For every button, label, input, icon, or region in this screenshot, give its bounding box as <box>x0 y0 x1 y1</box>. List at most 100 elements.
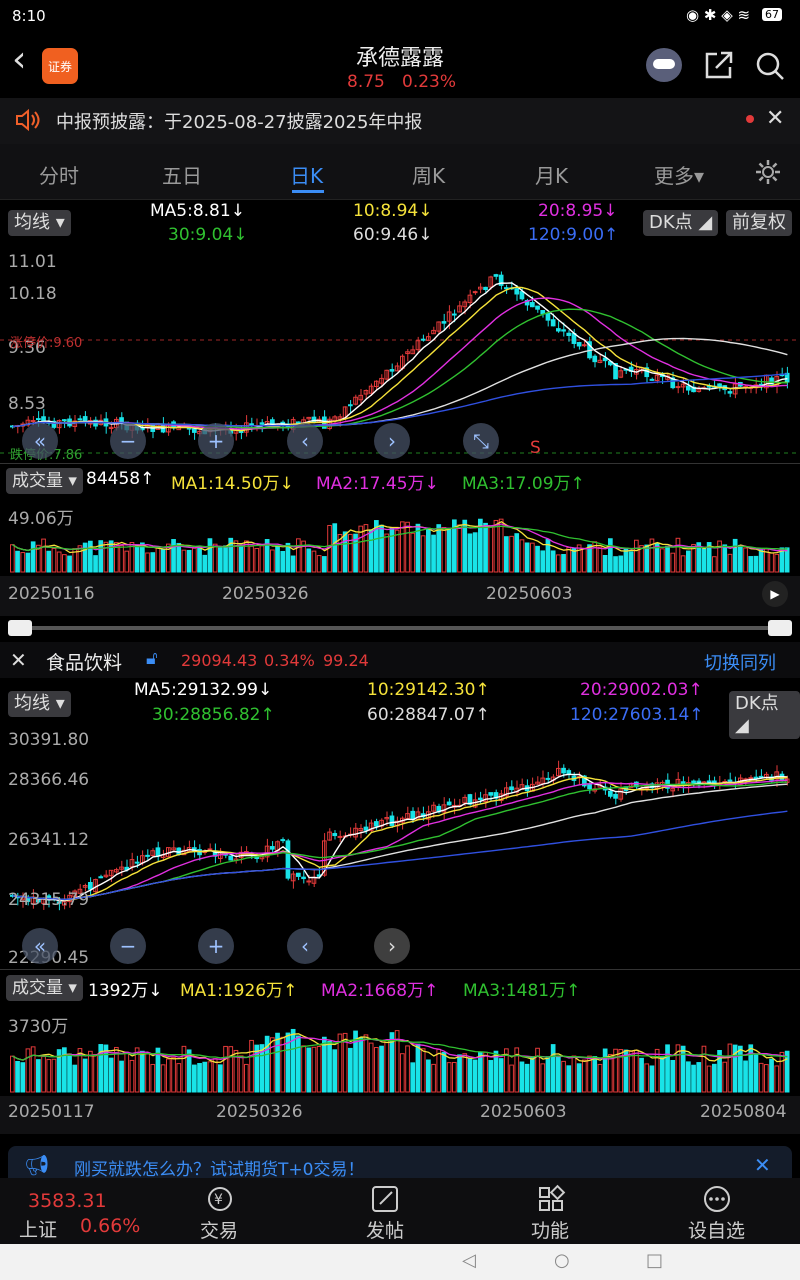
volume-bar <box>218 1064 223 1093</box>
fuquan-button[interactable]: 前复权 <box>726 210 792 236</box>
candle <box>348 400 353 414</box>
ma5-label: MA5:8.81↓ <box>150 201 245 221</box>
sector-fast-back-button[interactable]: « <box>22 928 58 964</box>
zoom-out-button[interactable]: − <box>110 423 146 459</box>
sector-prev-button[interactable]: ‹ <box>287 928 323 964</box>
date-axis: 20250116 20250326 20250603 ▶ <box>0 576 800 616</box>
index-pct[interactable]: 0.66% <box>80 1215 140 1237</box>
volume-bar <box>519 539 525 573</box>
volume-bar <box>738 1045 743 1093</box>
volume-bar <box>379 524 384 573</box>
volume-bar <box>316 1046 322 1093</box>
settings-icon[interactable] <box>754 158 782 186</box>
index-value[interactable]: 3583.31 <box>28 1190 107 1212</box>
next-button[interactable]: › <box>374 423 410 459</box>
volume-bar <box>576 1063 582 1093</box>
volume-bar <box>696 1062 702 1093</box>
range-scrollbar[interactable] <box>8 620 792 636</box>
sys-recent-icon[interactable]: □ <box>646 1250 663 1271</box>
volume-bar <box>519 1061 525 1093</box>
volume-bar <box>498 518 504 573</box>
dk-button[interactable]: DK点 ◢ <box>643 210 719 236</box>
volume-bar <box>342 531 348 573</box>
robot-icon[interactable] <box>646 48 682 82</box>
sector-volume-selector[interactable]: 成交量 ▾ <box>6 975 83 1001</box>
tab-fenshi[interactable]: 分时 <box>39 160 79 189</box>
volume-bar <box>249 545 254 573</box>
watchlist-icon[interactable] <box>702 1184 732 1214</box>
switch-sector-link[interactable]: 切换同列 <box>704 649 776 675</box>
volume-bar <box>415 1043 421 1093</box>
post-icon[interactable] <box>370 1184 400 1214</box>
ma-selector[interactable]: 均线 ▾ <box>8 210 71 236</box>
function-icon[interactable] <box>536 1184 566 1214</box>
sector-kline-chart[interactable]: 30391.80 28366.46 26341.12 24315.79 2229… <box>0 728 800 970</box>
candle <box>478 283 483 294</box>
candle <box>384 369 390 381</box>
sector-ma-selector[interactable]: 均线 ▾ <box>8 691 71 717</box>
prev-button[interactable]: ‹ <box>287 423 323 459</box>
candle <box>410 345 416 355</box>
sector-next-button[interactable]: › <box>374 928 410 964</box>
vol-max-label: 49.06万 <box>8 509 74 529</box>
tab-wuri[interactable]: 五日 <box>162 160 202 189</box>
volume-bar <box>93 1054 98 1093</box>
sell-marker: S <box>530 438 541 458</box>
volume-bar <box>566 1065 572 1093</box>
close-sector-icon[interactable]: ✕ <box>10 648 27 672</box>
volume-bar <box>119 545 124 573</box>
volume-bar <box>561 1060 566 1093</box>
notice-bar[interactable]: 中报预披露：于2025-08-27披露2025年中报 ✕ <box>0 98 800 144</box>
tab-rik[interactable]: 日K <box>290 160 323 189</box>
range-handle-left[interactable] <box>8 620 32 636</box>
close-icon[interactable]: ✕ <box>766 106 784 131</box>
sector-zoom-in-button[interactable]: + <box>198 928 234 964</box>
tab-more[interactable]: 更多▾ <box>654 160 704 189</box>
volume-bar <box>363 1034 369 1093</box>
nav-trade[interactable]: 交易 <box>200 1216 238 1243</box>
volume-bar <box>639 1057 644 1093</box>
ad-close-icon[interactable]: ✕ <box>754 1153 771 1177</box>
sys-back-icon[interactable]: ◁ <box>462 1250 476 1271</box>
volume-bar <box>108 540 114 573</box>
volume-bar <box>176 542 182 573</box>
volume-bar <box>493 519 499 573</box>
share-icon[interactable] <box>703 49 735 81</box>
reset-zoom-button[interactable]: ⤡ <box>463 423 499 459</box>
volume-bar <box>275 1032 280 1093</box>
play-button[interactable]: ▶ <box>762 581 788 607</box>
zoom-in-button[interactable]: + <box>198 423 234 459</box>
volume-bar <box>82 542 88 573</box>
candle <box>545 771 551 784</box>
nav-watchlist[interactable]: 设自选 <box>688 1216 745 1243</box>
volume-selector[interactable]: 成交量 ▾ <box>6 468 83 494</box>
volume-bar <box>379 1045 384 1093</box>
volume-bar <box>446 1062 452 1093</box>
volume-bar <box>660 548 665 573</box>
lock-icon[interactable]: 🔓︎ <box>146 648 158 669</box>
tab-yuek[interactable]: 月K <box>535 160 568 189</box>
volume-bar <box>738 544 743 573</box>
trade-icon[interactable]: ¥ <box>204 1184 236 1214</box>
tab-zhouk[interactable]: 周K <box>412 160 445 189</box>
search-icon[interactable] <box>754 50 786 82</box>
sector-zoom-out-button[interactable]: − <box>110 928 146 964</box>
candle <box>353 823 358 841</box>
index-name[interactable]: 上证 <box>19 1215 57 1242</box>
volume-bar <box>602 1048 608 1093</box>
volume-bar <box>202 1061 208 1093</box>
volume-bar <box>82 1058 88 1093</box>
sys-home-icon[interactable]: ○ <box>554 1250 570 1271</box>
stock-kline-chart[interactable]: 11.01 10.18 9.36 8.53 涨停价:9.60 跌停价:7.86 … <box>0 248 800 464</box>
range-handle-right[interactable] <box>768 620 792 636</box>
fast-back-button[interactable]: « <box>22 423 58 459</box>
volume-bar <box>332 523 338 573</box>
nav-post[interactable]: 发帖 <box>366 1216 404 1243</box>
candle <box>405 349 410 362</box>
volume-bar <box>41 1056 46 1093</box>
nav-function[interactable]: 功能 <box>531 1216 569 1243</box>
volume-bar <box>654 1048 660 1093</box>
active-tab-indicator <box>292 190 324 193</box>
volume-bar <box>582 547 587 573</box>
volume-bar <box>779 1051 785 1093</box>
